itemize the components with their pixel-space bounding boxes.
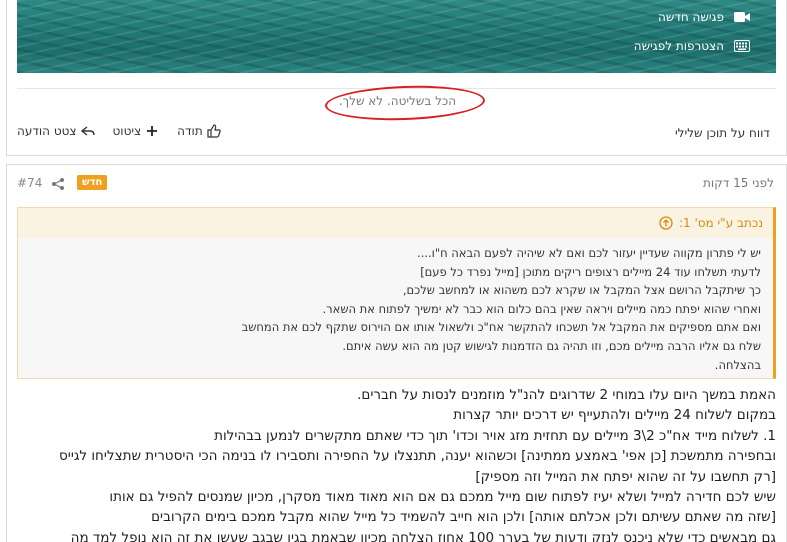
thanks-button[interactable]: תודה [177, 124, 221, 138]
previous-post: פגישה חדשה הצטרפות לפגישה הכל בשליטה. לא… [6, 0, 787, 156]
quote-line: לדעתי תשלחו עוד 24 מיילים רצופים ריקים מ… [420, 264, 761, 279]
quote-line: ואחרי שהוא יפתח כמה מיילים ויראה שאין בה… [322, 301, 761, 316]
join-meeting-link[interactable]: הצטרפות לפגישה [634, 39, 750, 53]
new-badge: חדש [77, 175, 108, 190]
video-camera-icon [734, 11, 750, 23]
thanks-label: תודה [177, 124, 203, 138]
quote-line: יש לי פתרון מקווה שעדיין יעזור לכם ואם ל… [417, 246, 761, 260]
body-line: שיש לכם חדירה למייל ושלא יעיז לפתוח שום … [109, 489, 776, 506]
quote-header: נכתב ע"י מס' 1: [18, 208, 773, 238]
forum-post: #74 חדש לפני 15 דקות נכתב ע"י מס' 1: יש … [6, 164, 787, 542]
quote-button[interactable]: ציטוט [113, 124, 160, 138]
reply-arrow-icon [80, 126, 95, 136]
join-meeting-label: הצטרפות לפגישה [633, 39, 724, 53]
quote-line: שלח גם אליו הרבה מיילים מכם, וזו תהיה גם… [342, 338, 761, 353]
post-actions: צטט הודעה ציטוט תודה [17, 124, 221, 138]
quote-label: ציטוט [112, 124, 142, 138]
quote-line: בהצלחה. [714, 357, 761, 372]
red-circle-annotation [324, 83, 486, 123]
new-meeting-label: פגישה חדשה [657, 10, 724, 24]
plus-icon [147, 126, 158, 136]
body-line: 1. לשלוח מייד אח"כ 2\3 מיילים עם תחזית מ… [214, 427, 776, 444]
arrow-up-circle-icon[interactable] [659, 216, 673, 230]
post-timestamp: לפני 15 דקות [703, 176, 774, 190]
quote-author: נכתב ע"י מס' 1: [678, 216, 763, 230]
post-number-link[interactable]: #74 [17, 176, 42, 190]
thumbs-up-icon [207, 124, 221, 138]
quote-line: כך שיתקבל הרושם אצל המקבל או שקרא לכם מש… [402, 283, 761, 298]
quote-message-button[interactable]: צטט הודעה [17, 124, 95, 138]
body-line: ובחפירה מתמשכת [כן אפי' באמצע ממתינה] וכ… [59, 448, 776, 465]
post-header: #74 חדש לפני 15 דקות [7, 165, 786, 201]
quote-message-label: צטט הודעה [17, 124, 77, 138]
signature-banner-image: פגישה חדשה הצטרפות לפגישה [17, 0, 776, 73]
report-negative-content-link[interactable]: דווח על תוכן שלילי [675, 126, 770, 140]
post-content: האמת במשך היום עלו במוחי 2 שדרוגים להנ"ל… [17, 385, 776, 542]
body-line: [רק תחשבו על זה שהוא יפתח את המייל וזה מ… [475, 468, 776, 485]
new-meeting-link[interactable]: פגישה חדשה [658, 10, 750, 24]
body-line: במקום לשלוח 24 מיילים ולהתעייף יש דרכים … [453, 407, 776, 424]
keyboard-icon [734, 40, 750, 52]
body-line: האמת במשך היום עלו במוחי 2 שדרוגים להנ"ל… [357, 387, 776, 403]
quote-block: נכתב ע"י מס' 1: יש לי פתרון מקווה שעדיין… [17, 207, 776, 379]
quote-line: ואם אתם מספיקים את המקבל אל תשכחו להתקשר… [241, 320, 761, 335]
body-line: [שזה מה שאתם עשיתם ולכן אכלתם אותה] ולכן… [151, 509, 776, 526]
share-icon[interactable] [51, 176, 65, 190]
body-line: גם מבאשים כדי שלא ניכנס לנזק ודעות של בע… [70, 529, 776, 542]
quote-content: יש לי פתרון מקווה שעדיין יעזור לכם ואם ל… [18, 238, 773, 374]
